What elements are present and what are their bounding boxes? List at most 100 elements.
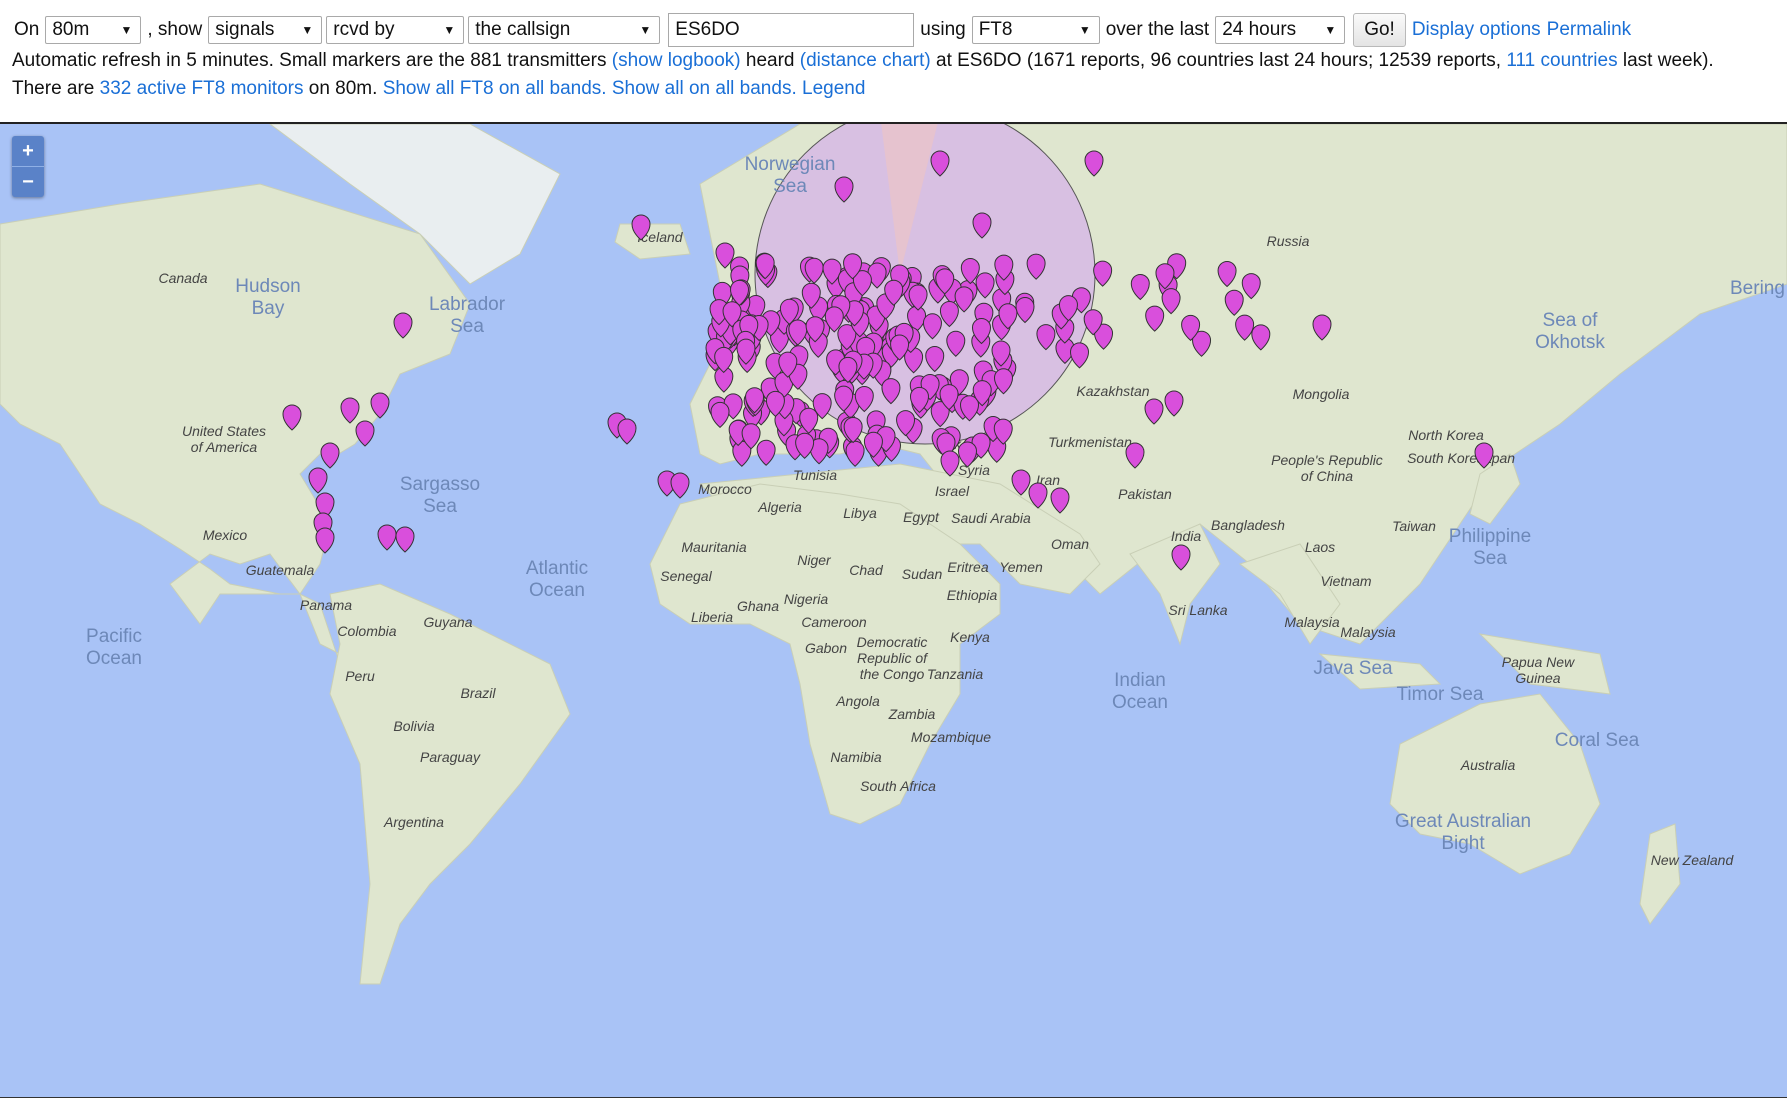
- map-label: Coral Sea: [1555, 730, 1640, 751]
- map-label: Papua New: [1502, 654, 1575, 670]
- map-label: Atlantic: [526, 558, 588, 579]
- map-label: Australia: [1460, 757, 1516, 773]
- map-label: of America: [191, 439, 258, 455]
- map-label: Zambia: [888, 706, 936, 722]
- world-map[interactable]: Hudson Bay Labrador Sea Canada United St…: [0, 122, 1787, 1097]
- map-label: Libya: [843, 505, 877, 521]
- map-label: Taiwan: [1392, 518, 1436, 534]
- map-label: Malaysia: [1340, 624, 1395, 640]
- monitors-link[interactable]: 332 active FT8 monitors: [100, 78, 304, 99]
- map-label: Cameroon: [801, 614, 867, 630]
- map-label: North Korea: [1408, 427, 1484, 443]
- over-label: over the last: [1105, 19, 1210, 40]
- map-label: Angola: [835, 693, 880, 709]
- map-label: Eritrea: [947, 559, 988, 575]
- target-value: the callsign: [475, 19, 571, 40]
- show-logbook-link[interactable]: (show logbook): [612, 50, 741, 71]
- zoom-control: + −: [12, 136, 44, 197]
- period-select[interactable]: 24 hours ▼: [1215, 16, 1346, 44]
- band-select[interactable]: 80m ▼: [45, 16, 142, 44]
- target-select[interactable]: the callsign ▼: [468, 16, 661, 44]
- map-label: Sea: [773, 176, 807, 197]
- refresh-info: Automatic refresh in 5 minutes. Small ma…: [12, 50, 1714, 72]
- chevron-down-icon: ▼: [1324, 23, 1337, 37]
- query-row: On 80m ▼ , show signals ▼ rcvd by ▼ the cal…: [12, 12, 1631, 48]
- direction-value: rcvd by: [333, 19, 395, 40]
- map-label: Republic of: [857, 650, 929, 666]
- map-label: Pacific: [86, 626, 142, 647]
- footer-edge: [0, 1097, 1787, 1112]
- info-text: at ES6DO (1671 reports, 96 countries las…: [930, 50, 1507, 71]
- map-label: Sudan: [902, 566, 943, 582]
- zoom-in-button[interactable]: +: [12, 136, 44, 166]
- show-all-bands-link[interactable]: Show all on all bands.: [612, 78, 797, 99]
- zoom-out-button[interactable]: −: [12, 166, 44, 197]
- map-label: Mexico: [203, 527, 248, 543]
- map-label: Bight: [1441, 833, 1485, 854]
- distance-chart-link[interactable]: (distance chart): [800, 50, 931, 71]
- map-label: Timor Sea: [1397, 684, 1484, 705]
- map-label: Sea: [450, 316, 484, 337]
- period-value: 24 hours: [1222, 19, 1297, 40]
- map-label: Malaysia: [1284, 614, 1339, 630]
- map-label: Okhotsk: [1535, 332, 1605, 353]
- map-label: Guyana: [423, 614, 472, 630]
- map-label: the Congo: [860, 666, 925, 682]
- monitor-info: There are 332 active FT8 monitors on 80m…: [12, 78, 865, 100]
- countries-link[interactable]: 111 countries: [1506, 50, 1617, 71]
- map-label: Sea: [1473, 548, 1507, 569]
- map-label: Sea: [423, 496, 457, 517]
- show-ft8-all-bands-link[interactable]: Show all FT8 on all bands.: [383, 78, 607, 99]
- map-label: Bangladesh: [1211, 517, 1285, 533]
- map-label: Syria: [958, 462, 990, 478]
- map-label: Panama: [300, 597, 352, 613]
- map-label: Tanzania: [927, 666, 984, 682]
- info-text: Automatic refresh in 5 minutes. Small ma…: [12, 50, 612, 71]
- map-label: Philippine: [1449, 526, 1531, 547]
- map-label: Saudi Arabia: [951, 510, 1031, 526]
- map-canvas: Hudson Bay Labrador Sea Canada United St…: [0, 124, 1787, 1097]
- map-label: Mongolia: [1293, 386, 1350, 402]
- show-select[interactable]: signals ▼: [208, 16, 323, 44]
- mode-select[interactable]: FT8 ▼: [971, 16, 1100, 44]
- map-label: Yemen: [999, 559, 1043, 575]
- map-label: Laos: [1305, 539, 1335, 555]
- map-label: Kazakhstan: [1076, 383, 1149, 399]
- map-label: United States: [182, 423, 266, 439]
- map-label: Israel: [935, 483, 970, 499]
- control-bar: On 80m ▼ , show signals ▼ rcvd by ▼ the cal…: [0, 0, 1787, 122]
- callsign-input[interactable]: ES6DO: [668, 13, 915, 47]
- map-label: Bering Se: [1730, 278, 1787, 299]
- map-label: South Africa: [860, 778, 936, 794]
- chevron-down-icon: ▼: [1078, 23, 1091, 37]
- map-label: New Zealand: [1651, 852, 1735, 868]
- direction-select[interactable]: rcvd by ▼: [326, 16, 465, 44]
- map-label: Russia: [1267, 233, 1310, 249]
- go-button[interactable]: Go!: [1353, 13, 1406, 47]
- chevron-down-icon: ▼: [120, 23, 133, 37]
- chevron-down-icon: ▼: [639, 23, 652, 37]
- map-label: Algeria: [757, 499, 802, 515]
- map-label: Mozambique: [911, 729, 991, 745]
- map-label: Paraguay: [420, 749, 481, 765]
- map-label: Java Sea: [1313, 658, 1393, 679]
- map-label: Guatemala: [246, 562, 315, 578]
- map-label: Bay: [252, 298, 285, 319]
- map-label: Sea of: [1543, 310, 1599, 331]
- on-label: On: [14, 19, 40, 40]
- map-label: Pakistan: [1118, 486, 1172, 502]
- map-label: Vietnam: [1320, 573, 1371, 589]
- display-options-link[interactable]: Display options: [1412, 19, 1541, 41]
- info-text: last week).: [1617, 50, 1714, 71]
- map-label: Indian: [1114, 670, 1166, 691]
- info-text: There are: [12, 78, 100, 99]
- map-label: Sargasso: [400, 474, 480, 495]
- legend-link[interactable]: Legend: [802, 78, 865, 99]
- info-text: on 80m.: [303, 78, 383, 99]
- mode-value: FT8: [978, 19, 1013, 40]
- permalink-link[interactable]: Permalink: [1547, 19, 1631, 41]
- map-label: Norwegian: [745, 154, 836, 175]
- map-label: Tunisia: [793, 467, 837, 483]
- map-label: Kenya: [950, 629, 990, 645]
- map-label: Labrador: [429, 294, 506, 315]
